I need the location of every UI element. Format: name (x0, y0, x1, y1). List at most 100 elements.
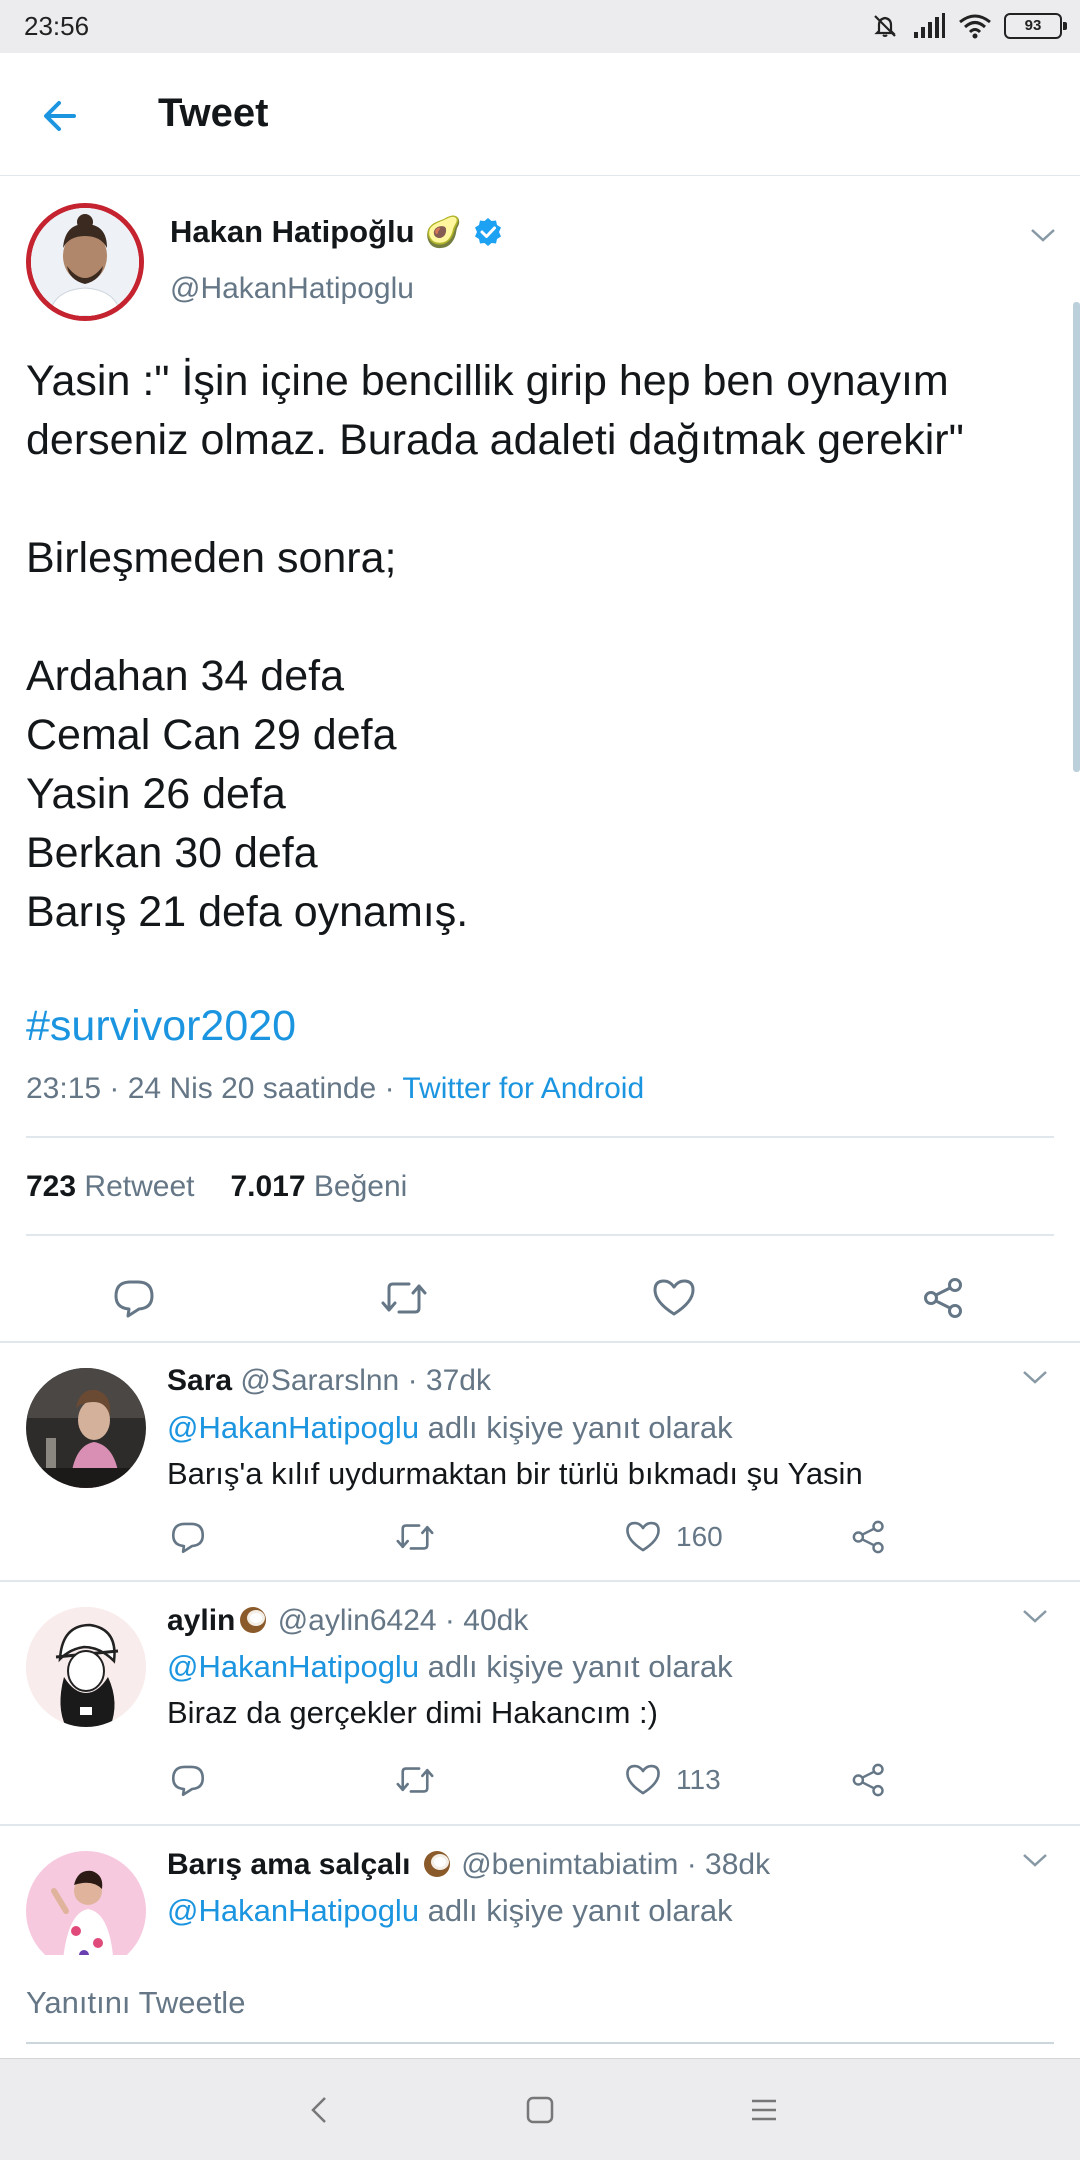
page-title: Tweet (158, 91, 269, 135)
like-button[interactable]: 113 (624, 1755, 721, 1805)
author-avatar[interactable] (26, 203, 144, 321)
chevron-down-icon (1031, 229, 1055, 242)
reply-menu-button[interactable] (1020, 1845, 1050, 1875)
tweet-text-line: Barış 21 defa oynamış. (26, 888, 469, 936)
author-name[interactable]: Hakan Hatipoğlu (170, 214, 415, 250)
author-name-row[interactable]: Hakan Hatipoğlu 🥑 (170, 214, 504, 250)
mute-icon (870, 11, 900, 41)
reply-header: aylin @aylin6424 · 40dk (167, 1603, 528, 1638)
app-header: Tweet (0, 53, 1080, 176)
retweet-icon (396, 1767, 434, 1793)
reply-mention-link[interactable]: @HakanHatipoglu (167, 1893, 419, 1928)
nav-home-button[interactable] (517, 2087, 563, 2133)
retweet-button[interactable] (394, 1512, 436, 1562)
reply-action-bar: 113 (0, 1755, 1080, 1805)
tweet-text-line: Yasin 26 defa (26, 770, 286, 818)
share-icon (852, 1763, 884, 1797)
like-count: 7.017 (230, 1170, 306, 1203)
chevron-down-icon (1023, 1610, 1047, 1623)
like-count: 113 (676, 1764, 721, 1795)
reply-author-name[interactable]: Barış ama salçalı (167, 1848, 411, 1881)
tweet-text-line (26, 588, 1066, 647)
retweet-label: Retweet (84, 1170, 195, 1203)
tweet-menu-button[interactable] (1028, 220, 1058, 250)
reply-compose-bar[interactable]: Yanıtını Tweetle (0, 1955, 1080, 2058)
reply-button[interactable] (108, 1272, 160, 1324)
share-icon (852, 1520, 884, 1554)
reply-author-name[interactable]: Sara (167, 1364, 232, 1397)
tweet-action-bar (0, 1262, 1080, 1334)
compose-underline (26, 2042, 1054, 2044)
scrollbar[interactable] (1073, 302, 1080, 772)
retweet-icon (396, 1524, 434, 1550)
like-icon (653, 1279, 695, 1316)
hashtag-link[interactable]: #survivor2020 (26, 1002, 296, 1051)
reply-avatar[interactable] (26, 1851, 146, 1955)
reply-context-text: adlı kişiye yanıt olarak (419, 1410, 733, 1445)
reply-author-name[interactable]: aylin (167, 1604, 235, 1637)
divider (26, 1234, 1054, 1236)
reply-context: @HakanHatipoglu adlı kişiye yanıt olarak (167, 1893, 733, 1929)
tweet-text-line: Cemal Can 29 defa (26, 711, 397, 759)
share-button[interactable] (918, 1272, 970, 1324)
reply-tweet[interactable]: Sara @Sararslnn · 37dk @HakanHatipoglu a… (0, 1342, 1080, 1580)
reply-header: Barış ama salçalı @benimtabiatim · 38dk (167, 1847, 770, 1882)
share-button[interactable] (850, 1755, 888, 1805)
signal-icon (912, 12, 946, 40)
reply-tweet[interactable]: Barış ama salçalı @benimtabiatim · 38dk … (0, 1825, 1080, 1955)
like-label: Beğeni (313, 1170, 408, 1203)
coconut-emoji (421, 1847, 453, 1879)
reply-action-bar: 160 (0, 1512, 1080, 1562)
back-button[interactable] (30, 86, 90, 146)
like-icon (626, 1521, 660, 1552)
reply-menu-button[interactable] (1020, 1362, 1050, 1392)
retweet-stat[interactable]: 723 Retweet (26, 1170, 194, 1203)
reply-context-text: adlı kişiye yanıt olarak (419, 1649, 733, 1684)
retweet-button[interactable] (378, 1272, 430, 1324)
nav-menu-button[interactable] (741, 2087, 787, 2133)
reply-button[interactable] (170, 1512, 206, 1562)
like-stat[interactable]: 7.017 Beğeni (230, 1170, 407, 1203)
author-handle[interactable]: @HakanHatipoglu (170, 272, 414, 306)
reply-header: Sara @Sararslnn · 37dk (167, 1364, 491, 1398)
nav-back-button[interactable] (296, 2087, 342, 2133)
tweet-source-link[interactable]: Twitter for Android (402, 1072, 644, 1105)
reply-menu-button[interactable] (1020, 1601, 1050, 1631)
status-bar: 23:56 93 (0, 0, 1080, 53)
reply-mention-link[interactable]: @HakanHatipoglu (167, 1410, 419, 1445)
share-icon (924, 1278, 962, 1318)
nav-menu-icon (752, 2099, 776, 2121)
reply-avatar[interactable] (26, 1607, 146, 1727)
reply-icon (114, 1280, 154, 1318)
share-button[interactable] (850, 1512, 888, 1562)
tweet-text-line (26, 470, 1066, 529)
like-icon (626, 1764, 660, 1795)
reply-compose-input[interactable]: Yanıtını Tweetle (26, 1985, 245, 2021)
reply-avatar[interactable] (26, 1368, 146, 1488)
tweet-text-line: Yasin :" İşin içine bencillik girip hep … (26, 357, 949, 405)
reply-icon (171, 1522, 205, 1554)
tweet-text-line: Berkan 30 defa (26, 829, 318, 877)
tweet-stats: 723 Retweet 7.017 Beğeni (26, 1170, 407, 1204)
reply-icon (171, 1765, 205, 1797)
verified-badge-icon (474, 218, 501, 246)
reply-context-text: adlı kişiye yanıt olarak (419, 1893, 733, 1928)
chevron-down-icon (1023, 1854, 1047, 1867)
reply-tweet[interactable]: aylin @aylin6424 · 40dk @HakanHatipoglu … (0, 1581, 1080, 1824)
like-button[interactable] (648, 1272, 700, 1324)
like-button[interactable]: 160 (624, 1512, 723, 1562)
tweet-meta: 23:15 · 24 Nis 20 saatinde · Twitter for… (26, 1072, 644, 1106)
nav-home-icon (526, 2096, 554, 2124)
reply-text: Biraz da gerçekler dimi Hakancım :) (167, 1695, 658, 1730)
tweet-text-line: derseniz olmaz. Burada adaleti dağıtmak … (26, 416, 964, 464)
reply-mention-link[interactable]: @HakanHatipoglu (167, 1649, 419, 1684)
retweet-icon (381, 1282, 427, 1314)
nav-back-icon (311, 2097, 326, 2123)
reply-handle-time: @aylin6424 · 40dk (269, 1604, 529, 1637)
reply-button[interactable] (170, 1755, 206, 1805)
retweet-button[interactable] (394, 1755, 436, 1805)
tweet-text-line: Ardahan 34 defa (26, 652, 344, 700)
tweet-timestamp: 23:15 · 24 Nis 20 saatinde · (26, 1072, 403, 1105)
chevron-down-icon (1023, 1371, 1047, 1384)
reply-handle-time: @Sararslnn · 37dk (232, 1364, 491, 1397)
